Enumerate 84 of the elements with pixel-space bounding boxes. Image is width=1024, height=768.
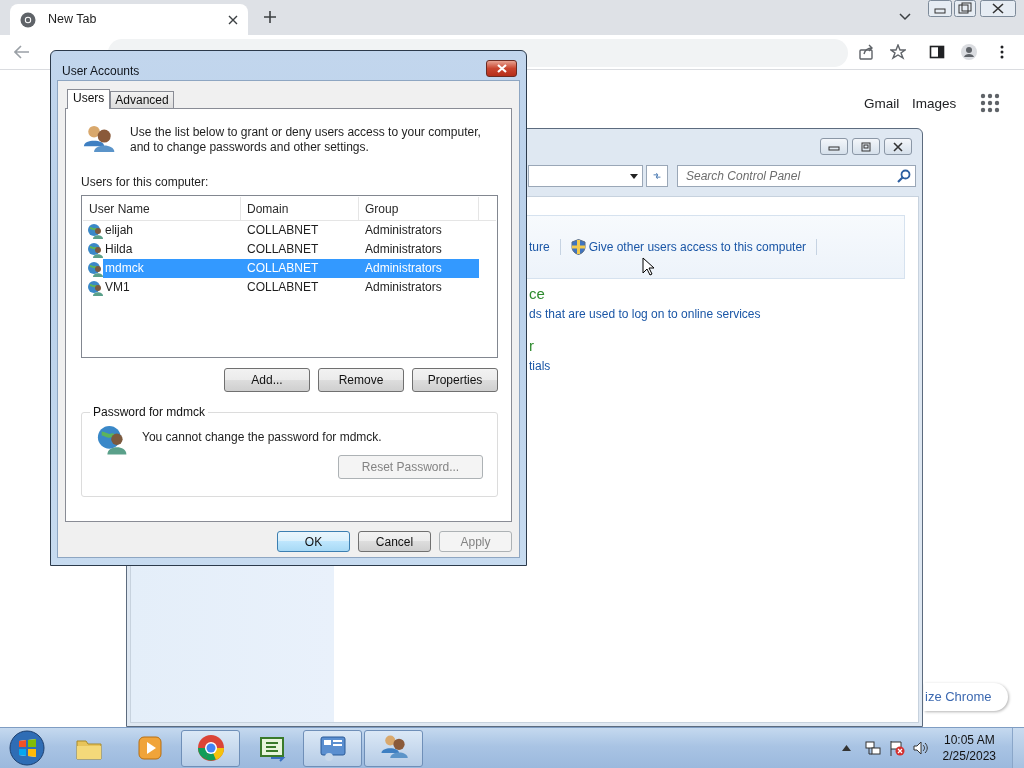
minimize-button[interactable] (820, 138, 848, 155)
browser-icon (195, 733, 226, 763)
user-globe-icon (87, 279, 103, 296)
table-cell-text: Administrators (364, 222, 443, 239)
browser-tab[interactable]: New Tab (10, 4, 248, 35)
customize-button[interactable]: ize Chrome (924, 683, 1008, 711)
flag-icon[interactable] (888, 740, 905, 756)
table-cell-text: Hilda (104, 241, 134, 258)
button[interactable]: Cancel (358, 531, 431, 552)
list-row[interactable]: Hilda COLLABNET Administrators (83, 240, 496, 259)
search-field[interactable]: Search Control Panel (677, 165, 916, 187)
restore-icon[interactable] (954, 0, 976, 17)
control-panel-icon (317, 733, 348, 763)
tab[interactable]: Advanced (110, 91, 174, 108)
section-heading: ce (529, 285, 546, 303)
share-icon[interactable] (858, 44, 874, 60)
button[interactable]: OK (277, 531, 350, 552)
close-icon[interactable] (980, 0, 1016, 17)
list-row[interactable]: VM1 COLLABNET Administrators (83, 278, 496, 297)
page-link[interactable]: Images (912, 94, 957, 115)
tab[interactable]: Users (67, 89, 111, 109)
table-cell-text: COLLABNET (246, 241, 320, 258)
page-link[interactable]: Gmail (864, 94, 900, 115)
table-cell-text: Administrators (364, 241, 443, 258)
close-icon (892, 141, 904, 152)
window-title: User Accounts (62, 63, 140, 80)
address-field[interactable] (528, 165, 643, 187)
maximize-icon (860, 141, 872, 152)
taskbar-button[interactable] (303, 729, 362, 767)
section-link[interactable]: tials (529, 357, 551, 375)
cursor-icon (642, 257, 655, 276)
table-cell-text: VM1 (104, 279, 131, 296)
user-globe-icon (87, 222, 103, 239)
new-tab-icon[interactable] (263, 10, 277, 24)
apps-grid-icon[interactable] (980, 93, 1000, 113)
password-message: You cannot change the password for mdmck. (142, 429, 382, 446)
section-link[interactable]: ds that are used to log on to online services (529, 305, 761, 323)
network-icon[interactable] (864, 740, 881, 756)
table-cell-text: COLLABNET (246, 222, 320, 239)
chevron-up-icon[interactable] (841, 745, 851, 751)
column-header[interactable]: Group (359, 197, 479, 220)
group-title: Password for mdmck (92, 405, 207, 419)
shield-icon (570, 239, 586, 255)
button[interactable]: Remove (318, 368, 404, 392)
search-icon[interactable] (897, 169, 911, 183)
browser-icon (20, 11, 36, 28)
user-globe-icon (96, 424, 128, 456)
column-header[interactable]: Domain (241, 197, 359, 220)
task-link[interactable]: Give other users access to this computer (570, 238, 807, 256)
column-header[interactable]: User Name (83, 197, 241, 220)
profile-icon[interactable] (961, 44, 977, 60)
intro-text: Use the list below to grant or deny users access to your computer, and to change passwords and other settings. (130, 124, 482, 156)
list-row[interactable]: elijah COLLABNET Administrators (83, 221, 496, 240)
star-icon[interactable] (890, 44, 906, 60)
back-icon[interactable] (14, 45, 30, 59)
chevron-down-icon[interactable] (899, 13, 911, 21)
start-icon[interactable] (9, 730, 45, 766)
list-label: Users for this computer: (81, 175, 210, 189)
side-panel-icon[interactable] (929, 44, 945, 60)
table-cell-text: COLLABNET (246, 279, 320, 296)
close-button[interactable] (486, 60, 517, 77)
button: Reset Password... (338, 455, 483, 479)
task-link[interactable]: ture (529, 238, 550, 256)
button[interactable]: Properties (412, 368, 498, 392)
taskbar-button[interactable] (181, 729, 240, 767)
close-icon (495, 64, 508, 73)
minimize-icon[interactable] (928, 0, 952, 17)
table-cell-text: elijah (104, 222, 135, 239)
section-heading: r (529, 337, 535, 355)
dropdown-arrow-icon (630, 173, 638, 179)
speaker-icon[interactable] (912, 740, 929, 756)
table-cell: mdmck (103, 259, 241, 278)
close-icon[interactable] (228, 14, 238, 25)
button: Apply (439, 531, 512, 552)
table-cell: Administrators (359, 259, 479, 278)
table-cell-text: Administrators (364, 279, 443, 296)
table-cell: COLLABNET (241, 259, 359, 278)
taskbar-button[interactable] (364, 729, 423, 767)
user-globe-icon (87, 241, 103, 258)
clock[interactable]: 10:05 AM 2/25/2023 (942, 732, 996, 764)
user-globe-icon (87, 260, 103, 277)
button[interactable]: Add... (224, 368, 310, 392)
close-button[interactable] (884, 138, 912, 155)
refresh-icon (653, 170, 661, 182)
